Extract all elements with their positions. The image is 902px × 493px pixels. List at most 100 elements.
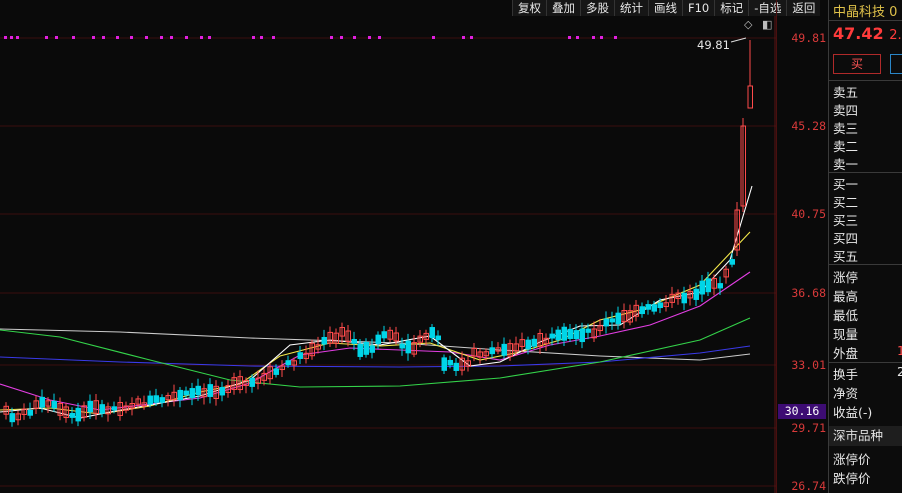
- candlestick: [705, 278, 711, 293]
- candlestick: [555, 329, 561, 341]
- signal-marker: [432, 36, 435, 39]
- toolbar-button-statistics[interactable]: 统计: [614, 0, 648, 16]
- sell-level-4: 卖四: [833, 103, 859, 118]
- candlestick: [297, 352, 303, 359]
- ma5-line: [0, 185, 753, 419]
- toolbar-button-mark[interactable]: 标记: [714, 0, 749, 16]
- stat-outer-volume-value: 1: [897, 343, 902, 358]
- signal-marker: [72, 36, 75, 39]
- axis-tick: 26.74: [791, 479, 826, 493]
- candlestick: [27, 409, 33, 416]
- signal-marker: [576, 36, 579, 39]
- candlestick: [639, 306, 645, 315]
- stock-price: 47.42 2.1: [833, 24, 902, 43]
- buy-level-1: 买一: [833, 177, 859, 192]
- signal-marker: [614, 36, 617, 39]
- candlestick: [51, 400, 57, 409]
- window-icon[interactable]: ◧: [762, 18, 772, 31]
- signal-marker: [470, 36, 473, 39]
- sell-level-5: 卖五: [833, 85, 859, 100]
- stat-turnover: 换手: [833, 367, 859, 382]
- axis-tick: 45.28: [791, 119, 826, 133]
- candlestick: [195, 385, 201, 396]
- candlestick: [69, 413, 75, 418]
- candlestick: [489, 347, 495, 355]
- candlestick: [567, 328, 573, 339]
- axis-tick: 33.01: [791, 358, 826, 372]
- stat-limit-down-price: 跌停价: [833, 471, 871, 486]
- candlestick: [573, 330, 579, 340]
- stat-earnings: 收益(-): [833, 405, 873, 420]
- candlestick: [399, 343, 405, 349]
- candlestick: [429, 327, 435, 339]
- candlestick: [549, 333, 555, 339]
- candlestick: [357, 343, 363, 357]
- candlestick: [249, 377, 255, 387]
- candlestick: [369, 345, 375, 353]
- candlestick: [693, 288, 699, 300]
- signal-marker: [208, 36, 211, 39]
- candlestick: [87, 400, 93, 413]
- buy-button[interactable]: 买: [833, 54, 881, 74]
- candlestick: [435, 335, 441, 341]
- candlestick: [699, 280, 705, 295]
- candlestick: [177, 389, 183, 401]
- candlestick: [501, 343, 507, 356]
- stat-net-assets: 净资: [833, 386, 859, 401]
- buy-level-2: 买二: [833, 195, 859, 210]
- buy-level-4: 买四: [833, 231, 859, 246]
- candlestick: [153, 395, 159, 403]
- signal-marker: [353, 36, 356, 39]
- diamond-icon[interactable]: ◇: [744, 18, 752, 31]
- candlestick: [381, 331, 387, 339]
- current-price-marker: 30.16: [778, 404, 826, 419]
- axis-tick: 29.71: [791, 421, 826, 435]
- market-section-title[interactable]: 深市品种: [829, 426, 902, 446]
- candlestick: [351, 338, 357, 344]
- kline-chart-area[interactable]: 49.81: [0, 0, 776, 493]
- toolbar-button-multi-stock[interactable]: 多股: [580, 0, 614, 16]
- candlestick: [75, 407, 81, 422]
- stat-limit-up: 涨停: [833, 270, 859, 285]
- candlestick: [321, 336, 327, 345]
- signal-marker: [130, 36, 133, 39]
- signal-marker: [102, 36, 105, 39]
- signal-marker: [200, 36, 203, 39]
- signal-marker: [592, 36, 595, 39]
- signal-marker: [92, 36, 95, 39]
- candlestick: [273, 368, 279, 375]
- sell-button[interactable]: [890, 54, 902, 74]
- stock-name[interactable]: 中晶科技 0: [833, 1, 897, 20]
- signal-marker: [600, 36, 603, 39]
- candlestick: [375, 334, 381, 345]
- stat-limit-up-price: 涨停价: [833, 452, 871, 467]
- sell-level-2: 卖二: [833, 139, 859, 154]
- high-annotation-label: 49.81: [697, 38, 730, 52]
- candlestick: [363, 341, 369, 355]
- toolbar-button-draw-line[interactable]: 画线: [648, 0, 682, 16]
- chart-toolbar: 复权 叠加 多股 统计 画线 F10 标记 -自选 返回: [512, 0, 821, 16]
- signal-marker: [378, 36, 381, 39]
- candlestick: [561, 326, 567, 341]
- toolbar-button-f10[interactable]: F10: [682, 0, 715, 16]
- candlestick: [681, 292, 687, 304]
- candlestick: [39, 396, 45, 408]
- signal-marker: [340, 36, 343, 39]
- candlestick: [645, 304, 651, 310]
- candlestick: [183, 390, 189, 396]
- axis-tick: 49.81: [791, 31, 826, 45]
- signal-marker: [55, 36, 58, 39]
- toolbar-button-overlay[interactable]: 叠加: [546, 0, 580, 16]
- kline-chart[interactable]: 49.81: [0, 0, 776, 493]
- candlestick: [219, 387, 225, 396]
- candlestick: [147, 395, 153, 405]
- toolbar-button-fuquan[interactable]: 复权: [512, 0, 546, 16]
- candlestick: [525, 339, 531, 350]
- signal-marker: [330, 36, 333, 39]
- stat-turnover-value: 2: [897, 364, 902, 379]
- candlestick: [207, 384, 213, 397]
- candlestick: [657, 302, 663, 309]
- signal-marker: [160, 36, 163, 39]
- candlestick: [585, 328, 591, 333]
- candlestick: [189, 388, 195, 399]
